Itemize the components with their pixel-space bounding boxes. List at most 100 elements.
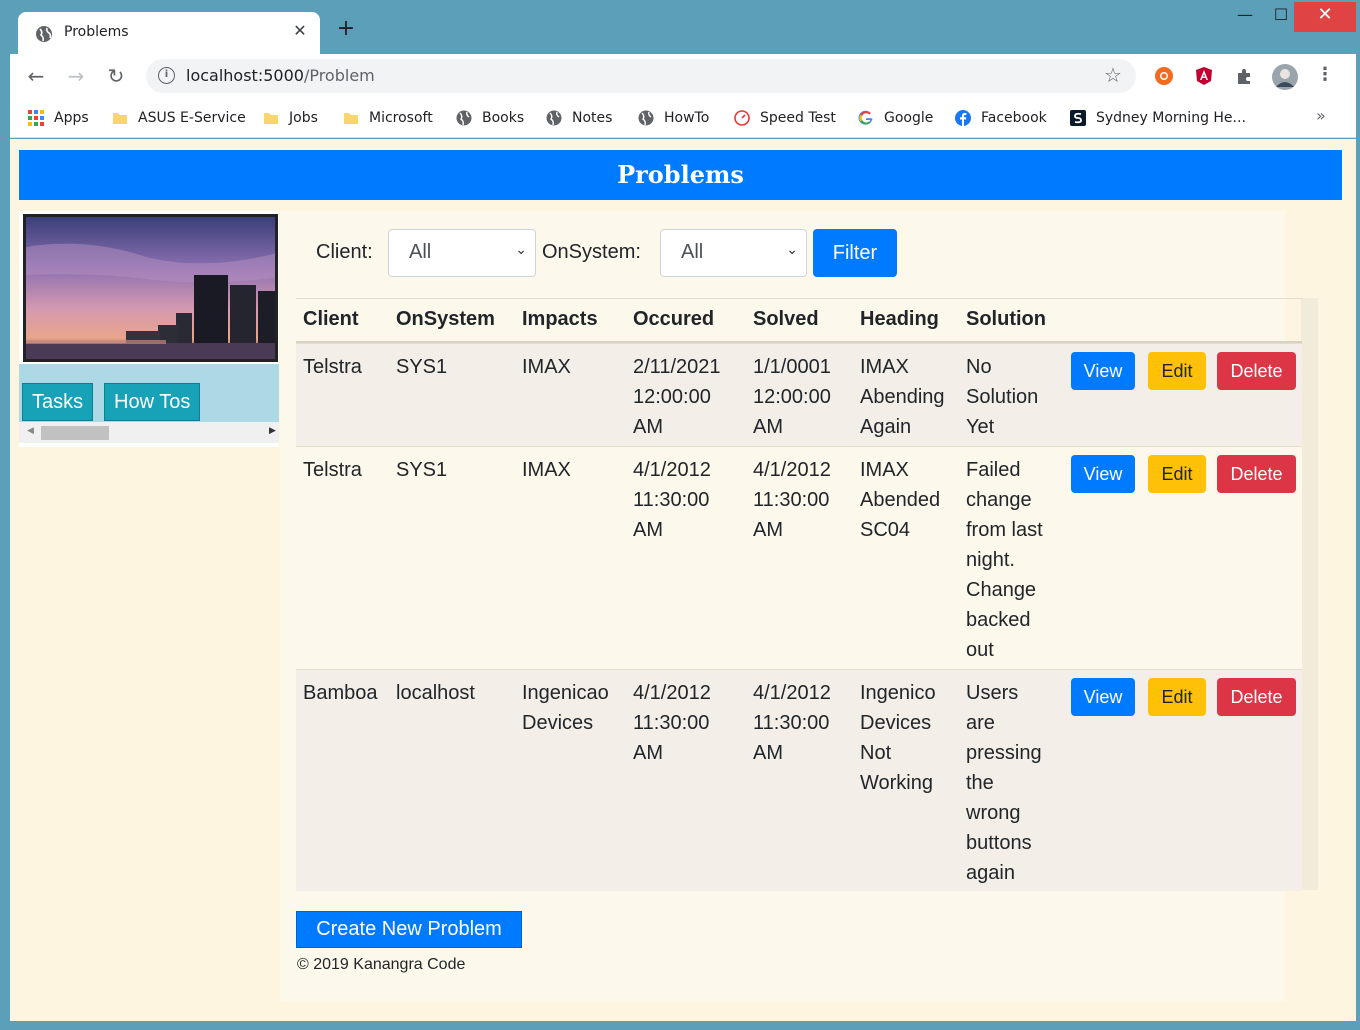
cell-line: pressing [966,742,1042,764]
speedometer-icon [734,110,750,126]
cell-line: AM [753,416,783,438]
url-text[interactable]: localhost:5000/Problem [186,66,375,85]
cell-line: 11:30:00 [633,489,710,511]
bookmark-speed-test[interactable]: Speed Test [734,108,836,128]
sidebar-horizontal-scrollbar[interactable]: ◀ ▶ [19,422,279,443]
view-button[interactable]: View [1071,678,1135,716]
bookmark-sydney-morning-herald[interactable]: Sydney Morning He... [1070,108,1246,128]
cell-solved: 4/1/2012 11:30:00 AM [753,678,831,768]
extensions-puzzle-icon[interactable] [1234,66,1254,86]
bookmark-label: Facebook [981,110,1047,126]
cell-line: 11:30:00 [633,712,710,734]
cell-line: SYS1 [396,356,448,378]
browser-tab[interactable]: Problems ✕ [18,12,320,54]
profile-avatar[interactable] [1272,64,1298,90]
cell-line: out [966,639,994,661]
cell-line: Yet [966,416,995,438]
cell-line: 1/1/0001 [753,356,831,378]
column-header-onsystem: OnSystem [396,308,495,330]
cell-heading: IMAX Abending Again [860,352,945,442]
bookmark-books[interactable]: Books [456,108,524,128]
cell-onsystem: localhost [396,678,475,708]
new-tab-icon[interactable]: + [332,16,360,41]
sidebar-item-how-tos[interactable]: How Tos [104,383,201,421]
scroll-right-icon[interactable]: ▶ [269,426,276,436]
cell-line: Failed [966,459,1021,481]
cell-solution: Failed change from last night. Change backed o… [966,455,1043,665]
cell-onsystem: SYS1 [396,455,447,485]
bookmark-asus-e-service[interactable]: ASUS E-Service [112,108,246,128]
cell-occured: 4/1/2012 11:30:00 AM [633,455,711,545]
globe-icon [36,26,52,42]
cell-line: 4/1/2012 [633,682,711,704]
kebab-menu-icon[interactable]: ⋮ [1316,64,1334,85]
site-info-icon[interactable]: i [158,67,175,84]
forward-arrow-icon[interactable]: → [62,63,90,91]
bookmark-google[interactable]: Google [858,108,933,128]
cell-impacts: IMAX [522,455,571,485]
create-new-problem-button[interactable]: Create New Problem [296,911,522,948]
delete-button[interactable]: Delete [1217,352,1296,390]
tab-close-icon[interactable]: ✕ [290,21,310,40]
browser-toolbar: ← → ↻ i localhost:5000/Problem ☆ ⋮ [10,54,1356,98]
bookmark-microsoft[interactable]: Microsoft [343,108,433,128]
column-header-client: Client [303,308,359,330]
tab-title: Problems [64,24,129,40]
sidebar-item-tasks[interactable]: Tasks [22,383,94,421]
cell-line: IMAX [860,356,909,378]
onsystem-filter-value: All [681,241,704,263]
reload-icon[interactable]: ↻ [102,63,130,91]
minimize-icon[interactable]: — [1228,2,1262,32]
cell-line: No [966,356,992,378]
bookmark-apps[interactable]: Apps [28,108,89,128]
cell-line: localhost [396,682,475,704]
back-arrow-icon[interactable]: ← [22,63,50,91]
bookmark-label: HowTo [664,110,710,126]
onsystem-filter-select[interactable]: All ⌄ [660,229,807,277]
scroll-left-icon[interactable]: ◀ [27,426,34,436]
edit-button[interactable]: Edit [1148,352,1206,390]
cell-line: Ingenicao [522,682,609,704]
cell-line: AM [633,519,663,541]
bookmark-notes[interactable]: Notes [546,108,612,128]
cell-client: Telstra [303,352,362,382]
cell-line: Devices [522,712,594,734]
view-button[interactable]: View [1071,352,1135,390]
folder-icon [344,113,358,124]
cell-line: 12:00:00 [753,386,831,408]
globe-icon [456,110,472,126]
edit-button[interactable]: Edit [1148,455,1206,493]
sidebar: Tasks How Tos ◀ ▶ [19,211,279,447]
client-filter-select[interactable]: All ⌄ [388,229,536,277]
cell-client: Telstra [303,455,362,485]
address-bar[interactable]: i localhost:5000/Problem ☆ [146,59,1136,93]
view-button[interactable]: View [1071,455,1135,493]
table-scrollbar[interactable] [1301,298,1318,890]
bookmark-label: Google [884,110,934,126]
cell-line: SYS1 [396,459,448,481]
cell-line: 11:30:00 [753,489,830,511]
bookmark-jobs[interactable]: Jobs [263,108,318,128]
extension-lifebuoy-icon[interactable] [1154,66,1174,86]
maximize-icon[interactable]: ☐ [1264,2,1298,32]
page-content: Problems Tasks How Tos ◀ ▶ Client: All ⌄… [10,139,1356,1021]
cell-line: AM [753,519,783,541]
globe-icon [638,110,654,126]
bookmark-label: Books [482,110,525,126]
filter-button[interactable]: Filter [813,229,897,277]
cell-line: AM [633,742,663,764]
cell-line: backed [966,609,1031,631]
bookmark-howto[interactable]: HowTo [638,108,709,128]
cell-solved: 4/1/2012 11:30:00 AM [753,455,831,545]
bookmarks-overflow-icon[interactable]: » [1316,106,1326,125]
bookmark-star-icon[interactable]: ☆ [1104,63,1122,87]
angular-icon[interactable] [1194,66,1214,86]
delete-button[interactable]: Delete [1217,455,1296,493]
delete-button[interactable]: Delete [1217,678,1296,716]
client-filter-label: Client: [316,241,373,263]
edit-button[interactable]: Edit [1148,678,1206,716]
bookmark-facebook[interactable]: Facebook [955,108,1047,128]
window-close-icon[interactable]: ✕ [1294,2,1356,32]
scrollbar-thumb[interactable] [41,426,109,440]
folder-icon [113,113,127,124]
